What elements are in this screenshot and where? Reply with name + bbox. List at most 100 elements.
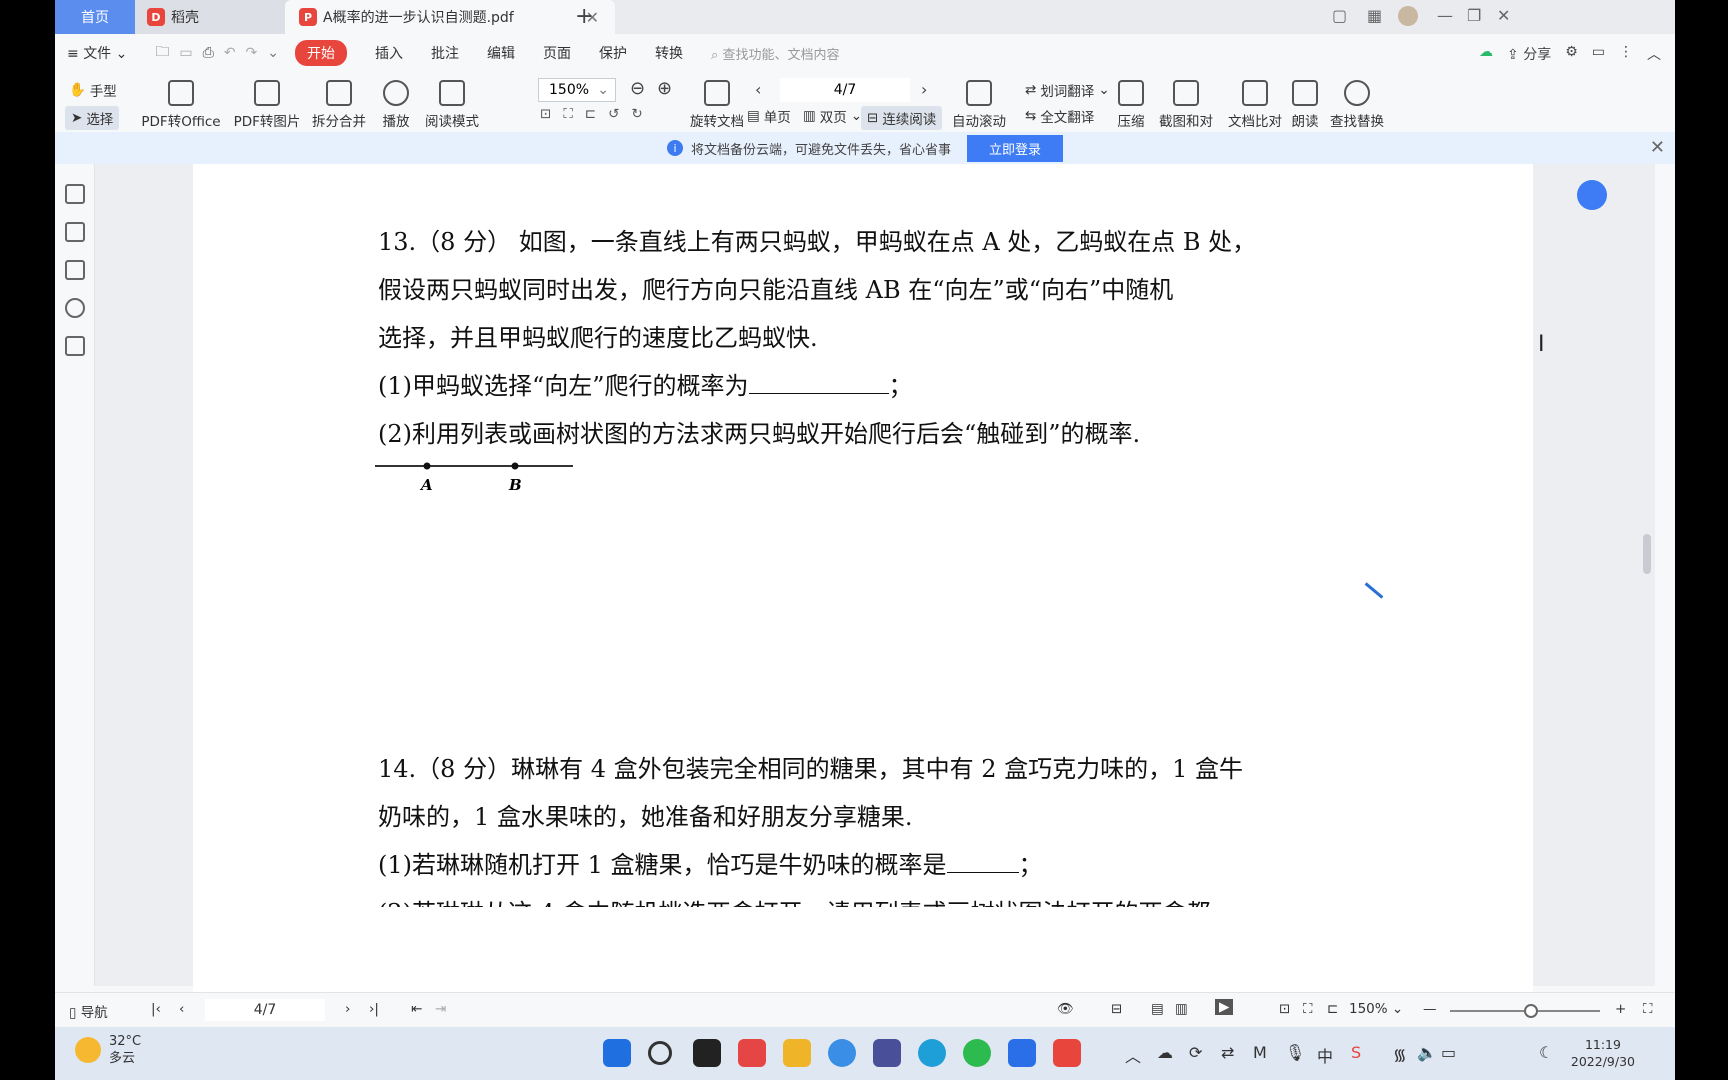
first-page-icon[interactable]: |‹ bbox=[151, 1001, 161, 1017]
pdf-page[interactable]: 13.（8 分） 如图，一条直线上有两只蚂蚁，甲蚂蚁在点 A 处，乙蚂蚁在点 B… bbox=[193, 164, 1545, 1000]
forward-icon[interactable]: ⇥ bbox=[435, 1001, 446, 1017]
restore-icon[interactable]: ❐ bbox=[1467, 6, 1481, 25]
floating-tool-icon[interactable] bbox=[1577, 180, 1607, 210]
compress-button[interactable]: 压缩 bbox=[1113, 80, 1149, 130]
split-merge-button[interactable]: 拆分合并 bbox=[307, 80, 371, 130]
notes-app-icon[interactable] bbox=[873, 1039, 901, 1067]
print-icon[interactable]: ⎙ bbox=[203, 45, 214, 61]
signature-icon[interactable] bbox=[65, 336, 85, 356]
whiteboard-icon[interactable] bbox=[1008, 1039, 1036, 1067]
next-page-status-icon[interactable]: › bbox=[345, 1001, 350, 1017]
menu-convert[interactable]: 转换 bbox=[655, 43, 683, 63]
rotate-doc-button[interactable]: 旋转文档 bbox=[685, 80, 749, 130]
select-tool[interactable]: ➤ 选择 bbox=[65, 106, 120, 130]
start-icon[interactable] bbox=[603, 1039, 631, 1067]
status-page-input[interactable]: 4/7 bbox=[205, 999, 325, 1021]
comment-panel-icon[interactable] bbox=[65, 260, 85, 280]
thumbnail-icon[interactable] bbox=[65, 222, 85, 242]
settings-icon[interactable]: ⚙ bbox=[1565, 44, 1578, 64]
search-taskbar-icon[interactable] bbox=[648, 1041, 672, 1065]
back-icon[interactable]: ⇤ bbox=[411, 1001, 422, 1017]
weather-widget[interactable]: 32°C 多云 bbox=[75, 1033, 141, 1067]
document-viewport[interactable]: 13.（8 分） 如图，一条直线上有两只蚂蚁，甲蚂蚁在点 A 处，乙蚂蚁在点 B… bbox=[95, 164, 1655, 1000]
fullscreen-icon[interactable]: ⛶ bbox=[1643, 1001, 1652, 1017]
attachment-icon[interactable] bbox=[65, 298, 85, 318]
share-button[interactable]: ⇪ 分享 bbox=[1507, 44, 1551, 64]
zoom-out-icon[interactable]: ⊖ bbox=[630, 78, 645, 99]
onedrive-icon[interactable]: ☁ bbox=[1157, 1043, 1173, 1062]
next-page-icon[interactable]: › bbox=[921, 80, 927, 99]
actual-size-icon[interactable]: ⊡ bbox=[540, 106, 551, 122]
menu-protect[interactable]: 保护 bbox=[599, 43, 627, 63]
task-view-icon[interactable] bbox=[693, 1039, 721, 1067]
prev-page-status-icon[interactable]: ‹ bbox=[179, 1001, 184, 1017]
collapse-ribbon-icon[interactable]: ︿ bbox=[1647, 44, 1661, 64]
hand-tool[interactable]: ✋ 手型 bbox=[69, 80, 117, 100]
last-page-icon[interactable]: ›| bbox=[369, 1001, 379, 1017]
menu-edit[interactable]: 编辑 bbox=[487, 43, 515, 63]
read-aloud-button[interactable]: 朗读 bbox=[1289, 80, 1321, 130]
double-page-button[interactable]: ▥ 双页 ⌄ bbox=[803, 106, 862, 126]
file-explorer-icon[interactable] bbox=[783, 1039, 811, 1067]
fit-page-icon[interactable]: ⛶ bbox=[563, 106, 572, 122]
bookmark-icon[interactable] bbox=[65, 184, 85, 204]
new-tab-icon[interactable]: + bbox=[575, 4, 593, 29]
minimize-icon[interactable]: — bbox=[1437, 6, 1453, 25]
menu-insert[interactable]: 插入 bbox=[375, 43, 403, 63]
find-replace-button[interactable]: 查找替换 bbox=[1327, 80, 1387, 130]
notification-icon[interactable]: ☾ bbox=[1539, 1043, 1553, 1062]
fit-page-status-icon[interactable]: ⛶ bbox=[1303, 1001, 1312, 1017]
continuous-read-button[interactable]: ⊟ 连续阅读 bbox=[861, 106, 943, 130]
feature-search[interactable]: ⌕ 查找功能、文档内容 bbox=[711, 44, 839, 63]
double-status-icon[interactable]: ▥ bbox=[1175, 1001, 1188, 1017]
close-window-icon[interactable]: ✕ bbox=[1497, 6, 1510, 25]
layout-icon[interactable]: ▢ bbox=[1332, 6, 1347, 25]
edge-icon[interactable] bbox=[918, 1039, 946, 1067]
vertical-scrollbar[interactable] bbox=[1643, 174, 1651, 974]
play-button[interactable]: 播放 bbox=[373, 80, 419, 130]
ime-indicator[interactable]: 中 bbox=[1317, 1043, 1333, 1067]
menu-start[interactable]: 开始 bbox=[295, 40, 348, 66]
wps-tray-icon[interactable]: S bbox=[1351, 1043, 1361, 1062]
word-translate-button[interactable]: ⇄ 划词翻译 ⌄ bbox=[1025, 80, 1110, 100]
file-menu[interactable]: ≡ 文件 ⌄ bbox=[67, 43, 127, 63]
redo-icon[interactable]: ↷ bbox=[246, 45, 258, 61]
read-mode-button[interactable]: 阅读模式 bbox=[419, 80, 485, 130]
cloud-sync-icon[interactable]: ☁ bbox=[1479, 44, 1493, 64]
sync-icon[interactable]: ⟳ bbox=[1189, 1043, 1202, 1062]
comment-icon[interactable]: ▭ bbox=[1592, 44, 1605, 64]
app-store-icon[interactable] bbox=[738, 1039, 766, 1067]
login-button[interactable]: 立即登录 bbox=[967, 134, 1064, 162]
zoom-in-status-icon[interactable]: + bbox=[1615, 1001, 1626, 1017]
single-status-icon[interactable]: ▤ bbox=[1151, 1001, 1164, 1017]
nav-toggle[interactable]: ▯ 导航 bbox=[69, 1001, 108, 1021]
clock[interactable]: 11:19 2022/9/30 bbox=[1571, 1036, 1635, 1070]
zoom-in-icon[interactable]: ⊕ bbox=[657, 78, 672, 99]
fit-width-icon[interactable]: ⊏ bbox=[585, 106, 596, 122]
menu-annotate[interactable]: 批注 bbox=[431, 43, 459, 63]
notes-tray-icon[interactable]: M bbox=[1253, 1043, 1267, 1062]
save-icon[interactable]: ▭ bbox=[179, 45, 192, 61]
actual-size-status-icon[interactable]: ⊡ bbox=[1279, 1001, 1290, 1017]
tab-home[interactable]: 首页 bbox=[55, 0, 135, 34]
zoom-out-status-icon[interactable]: — bbox=[1423, 1001, 1437, 1017]
play-status-icon[interactable]: ▶ bbox=[1215, 999, 1234, 1015]
rotate-right-icon[interactable]: ↻ bbox=[631, 106, 642, 122]
zoom-slider-knob[interactable] bbox=[1524, 1004, 1538, 1018]
wifi-icon[interactable]: ᯾ bbox=[1393, 1043, 1407, 1065]
tray-expand-icon[interactable]: ︿ bbox=[1125, 1043, 1141, 1067]
prev-page-icon[interactable]: ‹ bbox=[755, 80, 761, 99]
undo-icon[interactable]: ↶ bbox=[224, 45, 236, 61]
full-translate-button[interactable]: ⇆ 全文翻译 bbox=[1025, 106, 1094, 126]
status-zoom[interactable]: 150% ⌄ bbox=[1349, 1001, 1403, 1017]
page-indicator[interactable]: 4/7 bbox=[780, 78, 910, 102]
battery-icon[interactable]: ▭ bbox=[1441, 1043, 1456, 1062]
zoom-slider[interactable] bbox=[1450, 1004, 1600, 1018]
zoom-select[interactable]: 150% ⌄ bbox=[538, 78, 616, 102]
pdf-to-office-button[interactable]: PDF转Office bbox=[135, 80, 227, 130]
scrollbar-thumb[interactable] bbox=[1643, 534, 1651, 574]
single-page-button[interactable]: ▤ 单页 bbox=[747, 106, 791, 126]
wechat-icon[interactable] bbox=[963, 1039, 991, 1067]
continuous-status-icon[interactable]: ⊟ bbox=[1111, 1001, 1122, 1017]
avatar[interactable] bbox=[1398, 6, 1418, 26]
